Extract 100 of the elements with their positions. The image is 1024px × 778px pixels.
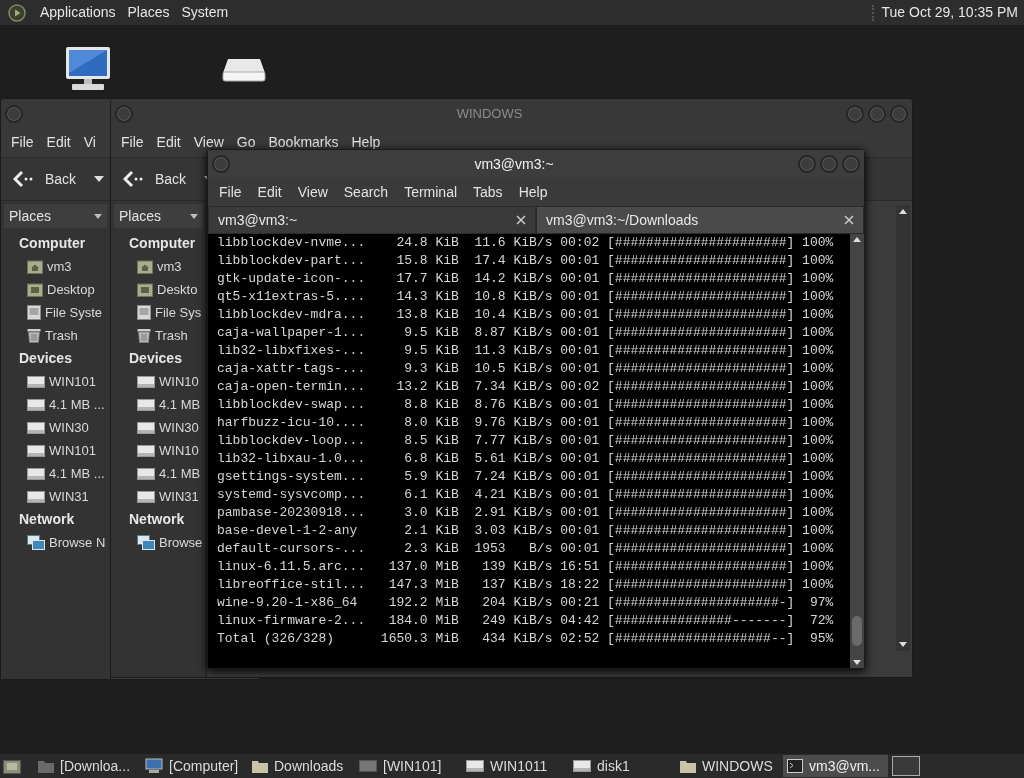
sidebar-item[interactable]: 4.1 MB (111, 393, 206, 416)
panel-menu[interactable]: Applications (34, 2, 122, 23)
menu-item[interactable]: Edit (40, 132, 77, 153)
menu-item[interactable]: Terminal (396, 181, 466, 203)
taskbar-button[interactable]: disk1 (569, 755, 674, 777)
sidebar-item[interactable]: Desktop (1, 278, 110, 301)
drive-icon (359, 760, 377, 772)
taskbar-button[interactable]: WINDOWS (676, 755, 781, 777)
trash-icon (27, 328, 41, 343)
sidebar-heading: Network (128, 510, 186, 529)
sidebar-item[interactable]: vm3 (1, 255, 110, 278)
taskbar-button[interactable]: [WIN101] (355, 755, 460, 777)
menu-item[interactable]: Edit (249, 181, 290, 203)
drive-icon (466, 760, 484, 772)
menu-item[interactable]: Help (345, 132, 387, 153)
menu-item[interactable]: Go (230, 132, 262, 153)
places-dropdown[interactable]: Places (4, 204, 107, 228)
drive-icon (137, 490, 155, 503)
places-dropdown[interactable]: Places (114, 204, 203, 228)
menu-item[interactable]: View (289, 181, 336, 203)
trash-icon (137, 328, 151, 343)
menu-item[interactable]: Bookmarks (262, 132, 345, 153)
menu-item[interactable]: Edit (150, 132, 187, 153)
menu-item[interactable]: File (115, 132, 150, 153)
workspace-switcher[interactable] (892, 756, 920, 776)
back-button[interactable]: Back (121, 163, 189, 195)
folder-icon (252, 759, 268, 773)
scroll-down-icon[interactable] (853, 660, 861, 665)
menu-item[interactable]: File (211, 181, 250, 203)
menu-item[interactable]: Search (335, 181, 397, 203)
tab[interactable]: vm3@vm3:~ (208, 206, 536, 234)
drive-icon (27, 305, 41, 320)
taskbar-button[interactable]: WIN1011 (462, 755, 567, 777)
dropdown-caret-icon[interactable] (94, 176, 105, 182)
menu-logo-icon[interactable] (8, 3, 26, 22)
drive-icon (27, 490, 45, 503)
menu-item[interactable]: Vi (77, 132, 102, 153)
sidebar-item[interactable]: WIN31 (1, 485, 110, 508)
back-button[interactable]: Back (11, 163, 79, 195)
taskbar-button[interactable]: vm3@vm... (783, 755, 888, 777)
desktop-folder-icon (27, 282, 43, 297)
drive-icon[interactable] (222, 57, 266, 83)
scroll-up-icon[interactable] (899, 209, 907, 214)
terminal-line: wine-9.20-1-x86_64 192.2 MiB 204 KiB/s 00:21 [#####################-] 97% (217, 594, 835, 612)
panel-clock[interactable]: Tue Oct 29, 10:35 PM (881, 2, 1024, 23)
sidebar-item[interactable]: Trash (1, 324, 110, 347)
drive-icon (137, 467, 155, 480)
menu-item[interactable]: Help (510, 181, 556, 203)
taskbar-button[interactable]: Downloads (248, 755, 353, 777)
sidebar-item[interactable]: WIN30 (111, 416, 206, 439)
scrollbar[interactable] (896, 205, 910, 651)
terminal-line: lib32-libxau-1.0... 6.8 KiB 5.61 KiB/s 00:01 [######################] 100% (217, 450, 835, 468)
sidebar-item[interactable]: vm3 (111, 255, 206, 278)
scrollbar[interactable] (850, 234, 864, 668)
drive-icon (573, 760, 591, 772)
drive-icon (137, 421, 155, 434)
tab[interactable]: vm3@vm3:~/Downloads (536, 206, 864, 234)
scroll-up-icon[interactable] (853, 237, 861, 242)
sidebar-item[interactable]: 4.1 MB ... (1, 393, 110, 416)
sidebar-item[interactable]: WIN10 (111, 370, 206, 393)
drive-icon (137, 398, 155, 411)
home-folder-icon (27, 259, 43, 274)
terminal-line: libblockdev-loop... 8.5 KiB 7.77 KiB/s 00:01 [######################] 100% (217, 432, 835, 450)
terminal-line: libblockdev-part... 15.8 KiB 17.4 KiB/s 00:01 [######################] 100% (217, 252, 835, 270)
dropdown-caret-icon (190, 213, 198, 219)
close-icon[interactable] (844, 215, 854, 225)
panel-separator (871, 4, 874, 21)
folder-icon (38, 759, 54, 773)
sidebar-item[interactable]: WIN10 (111, 439, 206, 462)
taskbar-button[interactable]: [Computer] (141, 755, 246, 777)
sidebar-item[interactable]: File Syste (1, 301, 110, 324)
computer-icon[interactable] (64, 45, 112, 93)
menu-item[interactable]: View (187, 132, 230, 153)
terminal-line: libblockdev-nvme... 24.8 KiB 11.6 KiB/s 00:02 [######################] 100% (217, 234, 835, 252)
terminal-line: lib32-libxfixes-... 9.5 KiB 11.3 KiB/s 00:01 [######################] 100% (217, 342, 835, 360)
network-icon (27, 534, 45, 551)
taskbar-button[interactable]: [Downloa... (34, 755, 139, 777)
show-desktop-icon[interactable] (3, 758, 21, 774)
sidebar-item[interactable]: WIN30 (1, 416, 110, 439)
sidebar-heading: Devices (18, 349, 73, 368)
panel-menu[interactable]: Places (121, 2, 176, 23)
sidebar-item[interactable]: Browse N (1, 531, 110, 554)
sidebar-item[interactable]: WIN101 (1, 439, 110, 462)
sidebar-item[interactable]: WIN101 (1, 370, 110, 393)
menu-item[interactable]: Tabs (465, 181, 511, 203)
scroll-down-icon[interactable] (899, 642, 907, 647)
sidebar-item[interactable]: File Sys (111, 301, 206, 324)
sidebar-item[interactable]: Deskto (111, 278, 206, 301)
folder-icon (680, 759, 696, 773)
sidebar-item[interactable]: 4.1 MB ... (1, 462, 110, 485)
terminal-line: gtk-update-icon-... 17.7 KiB 14.2 KiB/s 00:01 [######################] 100% (217, 270, 835, 288)
panel-menu[interactable]: System (175, 2, 235, 23)
sidebar-item[interactable]: Trash (111, 324, 206, 347)
menu-item[interactable]: File (5, 132, 40, 153)
close-icon[interactable] (516, 215, 526, 225)
scroll-thumb[interactable] (852, 616, 862, 646)
sidebar-item[interactable]: WIN31 (111, 485, 206, 508)
sidebar-item[interactable]: 4.1 MB (111, 462, 206, 485)
sidebar-item[interactable]: Browse (111, 531, 206, 554)
dropdown-caret-icon (94, 213, 102, 219)
